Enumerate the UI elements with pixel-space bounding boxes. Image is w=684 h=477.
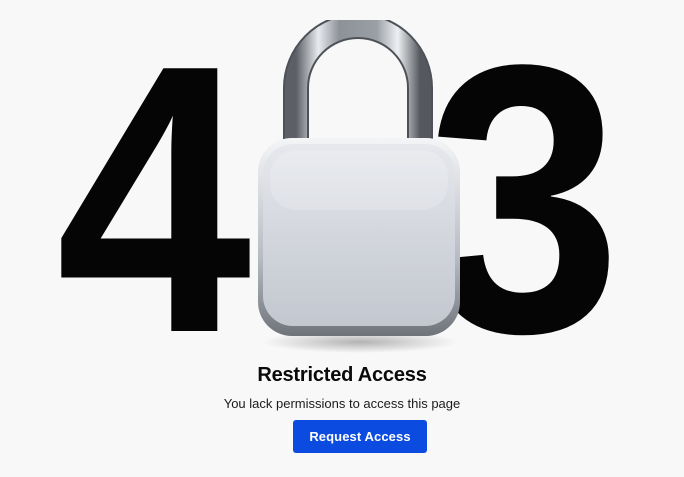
page-subtitle: You lack permissions to access this page (223, 396, 461, 411)
forbidden-page: 4 3 Restricted Access You lack permissio… (0, 0, 684, 477)
padlock-icon (258, 20, 460, 353)
request-access-button[interactable]: Request Access (293, 420, 427, 453)
error-code-hero: 4 3 (0, 0, 684, 390)
page-title: Restricted Access (257, 364, 427, 386)
error-digit-left: 4 (56, 0, 251, 412)
